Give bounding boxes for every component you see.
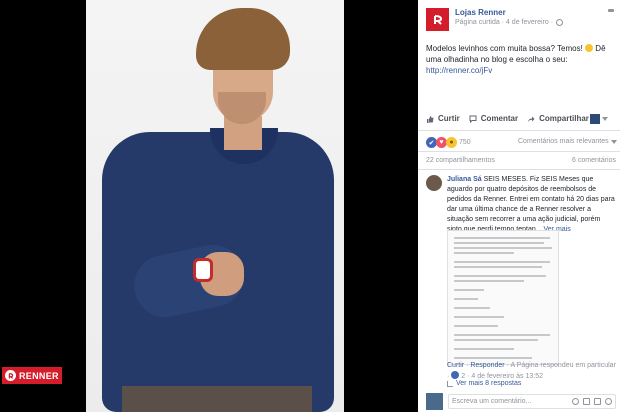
wristwatch: [193, 258, 213, 282]
shares-count[interactable]: 22 compartilhamentos: [426, 157, 495, 164]
post-photo[interactable]: RENNER: [0, 0, 418, 412]
like-button[interactable]: Curtir: [426, 114, 460, 123]
comment-button[interactable]: Comentar: [469, 114, 518, 123]
post-options-icon[interactable]: [607, 8, 615, 16]
comment-actions: Curtir · Responder · A Página respondeu …: [447, 362, 616, 380]
comment-reply-link[interactable]: Responder: [470, 362, 504, 369]
share-icon: [528, 116, 535, 122]
photo-viewer: RENNER Lojas Renner Página curtida · 4 d…: [0, 0, 620, 412]
share-audience-menu[interactable]: [590, 114, 608, 124]
comment-date[interactable]: · 4 de fevereiro às 13:52: [467, 373, 543, 380]
user-avatar: [426, 392, 443, 410]
comment-icon: [469, 115, 477, 123]
comment-author[interactable]: Juliana Sá: [447, 176, 482, 183]
camera-icon[interactable]: [583, 397, 590, 405]
divider: [418, 169, 620, 170]
comment-label: Comentar: [480, 114, 519, 123]
comment-ranking-dropdown[interactable]: Comentários mais relevantes: [518, 138, 617, 145]
post-meta: Página curtida · 4 de fevereiro ·: [455, 19, 564, 26]
emoji-icon[interactable]: [572, 397, 579, 405]
chevron-down-icon: [610, 139, 617, 144]
comment-composer: Escreva um comentário...: [426, 392, 616, 410]
comments-count[interactable]: 6 comentários: [572, 157, 616, 164]
reactions-count: 750: [459, 139, 471, 146]
page-logo-icon[interactable]: [426, 8, 449, 31]
post-panel: Lojas Renner Página curtida · 4 de fever…: [418, 0, 620, 412]
post-header: Lojas Renner Página curtida · 4 de fever…: [426, 8, 564, 31]
model-pants: [122, 386, 312, 412]
renner-logo-icon: [5, 370, 16, 381]
comment-attachment-image[interactable]: [447, 230, 559, 365]
page-name-link[interactable]: Lojas Renner: [455, 8, 563, 17]
ranking-label: Comentários mais relevantes: [518, 138, 609, 145]
comment-input[interactable]: Escreva um comentário...: [448, 393, 616, 409]
post-link[interactable]: http://renner.co/jFv: [426, 66, 492, 75]
engagement-row: 22 compartilhamentos 6 comentários: [426, 157, 616, 164]
comment-body: Juliana Sá SEIS MESES. Fiz SEIS Meses qu…: [447, 175, 616, 235]
reactions-summary[interactable]: ✔ ♥ ● 750: [426, 137, 471, 148]
renner-watermark: RENNER: [2, 367, 62, 384]
globe-icon: [556, 19, 564, 26]
smile-emoji-icon: [585, 44, 594, 52]
divider: [418, 130, 620, 131]
comment-text: SEIS MESES. Fiz SEIS Meses que aguardo p…: [447, 176, 615, 233]
post-meta-text[interactable]: Página curtida · 4 de fevereiro ·: [455, 19, 553, 26]
comment-placeholder: Escreva um comentário...: [452, 397, 532, 405]
sticker-icon[interactable]: [605, 397, 612, 405]
divider: [418, 151, 620, 152]
thumb-up-icon: [427, 115, 434, 123]
post-text: Modelos levinhos com muita bossa? Temos!…: [426, 43, 616, 76]
more-replies-label: Ver mais 8 respostas: [456, 380, 522, 387]
comment-reply-count: 2: [461, 373, 466, 380]
wow-reaction-icon: ●: [446, 137, 457, 148]
post-text-main: Modelos levinhos com muita bossa? Temos!: [426, 44, 583, 53]
share-button[interactable]: Compartilhar: [527, 114, 589, 123]
share-label: Compartilhar: [539, 114, 589, 123]
chevron-down-icon: [602, 117, 608, 121]
view-more-replies[interactable]: Ver mais 8 respostas: [447, 380, 521, 387]
comment-like-link[interactable]: Curtir: [447, 362, 464, 369]
user-avatar: [590, 114, 600, 124]
like-label: Curtir: [438, 114, 460, 123]
gif-icon[interactable]: [594, 397, 601, 405]
like-reaction-icon: [451, 371, 460, 379]
brand-label: RENNER: [19, 370, 59, 381]
commenter-avatar[interactable]: [426, 175, 442, 191]
reply-arrow-icon: [447, 380, 453, 387]
post-actions: Curtir Comentar Compartilhar: [426, 114, 616, 123]
